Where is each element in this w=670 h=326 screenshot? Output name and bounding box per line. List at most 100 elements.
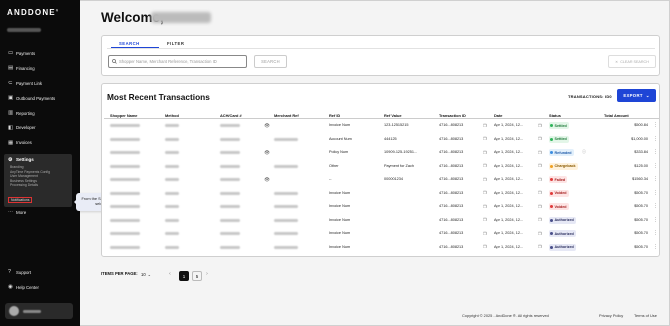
search-input[interactable]: Shopper Name, Merchant Reference, Transa…	[108, 55, 247, 68]
table-row[interactable]: Invoice Num 4716...808213 ❐ Apr 1, 2024, 12…	[102, 200, 661, 214]
page-button-5[interactable]: 5	[192, 271, 202, 281]
tab-filter[interactable]: FILTER	[159, 41, 207, 48]
sidebar-item-label: Payment Link	[16, 80, 43, 86]
row-menu-icon[interactable]: ⋮	[653, 176, 658, 182]
date-cell: Apr 1, 2024, 12...	[494, 204, 524, 208]
sidebar-item-developer[interactable]: ◧ Developer	[0, 120, 80, 135]
sidebar-nav: ▭ Payments ▤ Financing ⊂ Payment Link ▣ Outb…	[0, 46, 80, 150]
table-row[interactable]: Invoice Num 4716...808213 ❐ Apr 1, 2024, 12…	[102, 227, 661, 241]
row-menu-icon[interactable]: ⋮	[653, 163, 658, 169]
tab-search[interactable]: SEARCH	[111, 41, 159, 48]
copy-icon[interactable]: ❐	[538, 136, 542, 141]
copy-icon[interactable]: ❐	[538, 217, 542, 222]
sidebar-item-more[interactable]: ⋯ More	[8, 209, 26, 215]
copy-icon[interactable]: ❐	[483, 177, 487, 182]
sidebar-item-outbound-payments[interactable]: ▣ Outbound Payments	[0, 91, 80, 106]
status-badge: Settled	[549, 135, 569, 143]
copy-icon[interactable]: ❐	[538, 204, 542, 209]
sidebar-item-reporting[interactable]: ▥ Reporting	[0, 106, 80, 121]
copy-icon[interactable]: ❐	[483, 163, 487, 168]
search-placeholder: Shopper Name, Merchant Reference, Transa…	[119, 59, 217, 64]
row-menu-icon[interactable]: ⋮	[653, 122, 658, 128]
copy-icon[interactable]: ❐	[538, 244, 542, 249]
settings-item-processing-details[interactable]: Processing Details	[4, 183, 72, 188]
copy-icon[interactable]: ❐	[483, 244, 487, 249]
sidebar-item-help-center[interactable]: ◉ Help Center	[0, 280, 80, 295]
ref-id-cell: Invoice Num	[329, 190, 351, 195]
next-page-icon[interactable]: ›	[206, 271, 208, 277]
table-row[interactable]: Invoice Num 4716...808213 ❐ Apr 1, 2024, 12…	[102, 214, 661, 228]
status-dot-icon	[550, 137, 553, 141]
sidebar-item-payments[interactable]: ▭ Payments	[0, 46, 80, 61]
copy-icon[interactable]: ❐	[538, 231, 542, 236]
sidebar-item-invoices[interactable]: ▦ Invoices	[0, 135, 80, 150]
table-row[interactable]: Account Num 444125 4716...808213 ❐ Apr 1, 20…	[102, 133, 661, 147]
section-title: Most Recent Transactions	[107, 92, 210, 102]
copy-icon[interactable]: ❐	[538, 150, 542, 155]
status-dot-icon	[550, 124, 553, 127]
copy-icon[interactable]: ❐	[483, 136, 487, 141]
table-row[interactable]: Invoice Num 4716...808213 ❐ Apr 1, 2024, 12…	[102, 241, 661, 255]
redacted-cell	[110, 164, 140, 168]
copy-icon[interactable]: ❐	[538, 177, 542, 182]
copy-icon[interactable]: ❐	[483, 190, 487, 195]
eye-icon[interactable]: 👁	[264, 177, 270, 183]
table-row[interactable]: 👁 Policy Num 10909-125-19251... 4716...8082…	[102, 146, 661, 160]
sidebar-item-financing[interactable]: ▤ Financing	[0, 61, 80, 76]
redacted-cell	[220, 178, 240, 181]
redacted-cell	[165, 205, 179, 208]
table-row[interactable]: Invoice Num 4716...808213 ❐ Apr 1, 2024, 12…	[102, 187, 661, 201]
status-badge: Refunded	[549, 149, 574, 156]
report-icon: ▥	[8, 110, 14, 116]
sidebar: ANDDONE® ▭ Payments ▤ Financing ⊂ Payment L…	[0, 0, 80, 326]
copy-icon[interactable]: ❐	[483, 123, 487, 128]
account-name-blurred	[7, 28, 41, 32]
export-button[interactable]: EXPORT ⌄	[617, 89, 656, 102]
copy-icon[interactable]: ❐	[483, 204, 487, 209]
copy-icon[interactable]: ❐	[538, 190, 542, 195]
copy-icon[interactable]: ❐	[483, 231, 487, 236]
status-dot-icon	[550, 218, 553, 222]
row-menu-icon[interactable]: ⋮	[653, 136, 658, 142]
sidebar-item-payment-link[interactable]: ⊂ Payment Link	[0, 76, 80, 91]
prev-page-icon[interactable]: ‹	[169, 271, 171, 277]
clear-search-button[interactable]: ✕ CLEAR SEARCH	[608, 55, 656, 68]
table-row[interactable]: 👁 -- 000001234 4716...808213 ❐ Apr 1, 2024, 1…	[102, 173, 661, 187]
total-amount-cell: $505.70	[634, 244, 648, 249]
row-menu-icon[interactable]: ⋮	[653, 230, 658, 236]
transaction-id-cell: 4716...808213	[439, 217, 464, 222]
sidebar-item-settings[interactable]: ⚙ Settings	[4, 154, 72, 165]
redacted-cell	[274, 218, 298, 222]
privacy-policy-link[interactable]: Privacy Policy	[599, 313, 623, 318]
gear-icon: ⚙	[8, 156, 13, 163]
search-button[interactable]: SEARCH	[254, 55, 287, 68]
ref-id-cell: Invoice Num	[329, 244, 351, 249]
eye-icon[interactable]: 👁	[264, 150, 270, 156]
redacted-cell	[110, 151, 140, 154]
user-profile[interactable]	[5, 303, 73, 319]
copy-icon[interactable]: ❐	[538, 123, 542, 128]
info-icon[interactable]: ⓘ	[582, 149, 586, 155]
row-menu-icon[interactable]: ⋮	[653, 190, 658, 196]
row-menu-icon[interactable]: ⋮	[653, 149, 658, 155]
items-per-page-select[interactable]: 10 ⌄	[141, 272, 151, 277]
copy-icon[interactable]: ❐	[538, 163, 542, 168]
ref-id-cell: Policy Num	[329, 150, 349, 154]
eye-icon[interactable]: 👁	[264, 123, 270, 129]
settings-item-notifications[interactable]: Notifications	[8, 196, 33, 203]
row-menu-icon[interactable]: ⋮	[653, 203, 658, 209]
copy-icon[interactable]: ❐	[483, 150, 487, 155]
status-badge: Settled	[549, 122, 569, 129]
date-cell: Apr 1, 2024, 12...	[494, 177, 524, 181]
sidebar-item-label: Outbound Payments	[16, 95, 56, 101]
sidebar-item-support[interactable]: ? Support	[0, 265, 80, 280]
copy-icon[interactable]: ❐	[483, 217, 487, 222]
terms-of-use-link[interactable]: Terms of Use	[634, 313, 657, 318]
row-menu-icon[interactable]: ⋮	[653, 244, 658, 250]
total-amount-cell: $505.70	[634, 204, 648, 208]
row-menu-icon[interactable]: ⋮	[653, 217, 658, 223]
table-row[interactable]: 👁 Invoice Num 123-12515215 4716...808213 ❐ Ap…	[102, 119, 661, 133]
table-row[interactable]: Other Payment for Zach 4716...808213 ❐ Apr 1…	[102, 160, 661, 174]
page-button-1[interactable]: 1	[179, 271, 189, 281]
logo[interactable]: ANDDONE®	[7, 8, 59, 17]
